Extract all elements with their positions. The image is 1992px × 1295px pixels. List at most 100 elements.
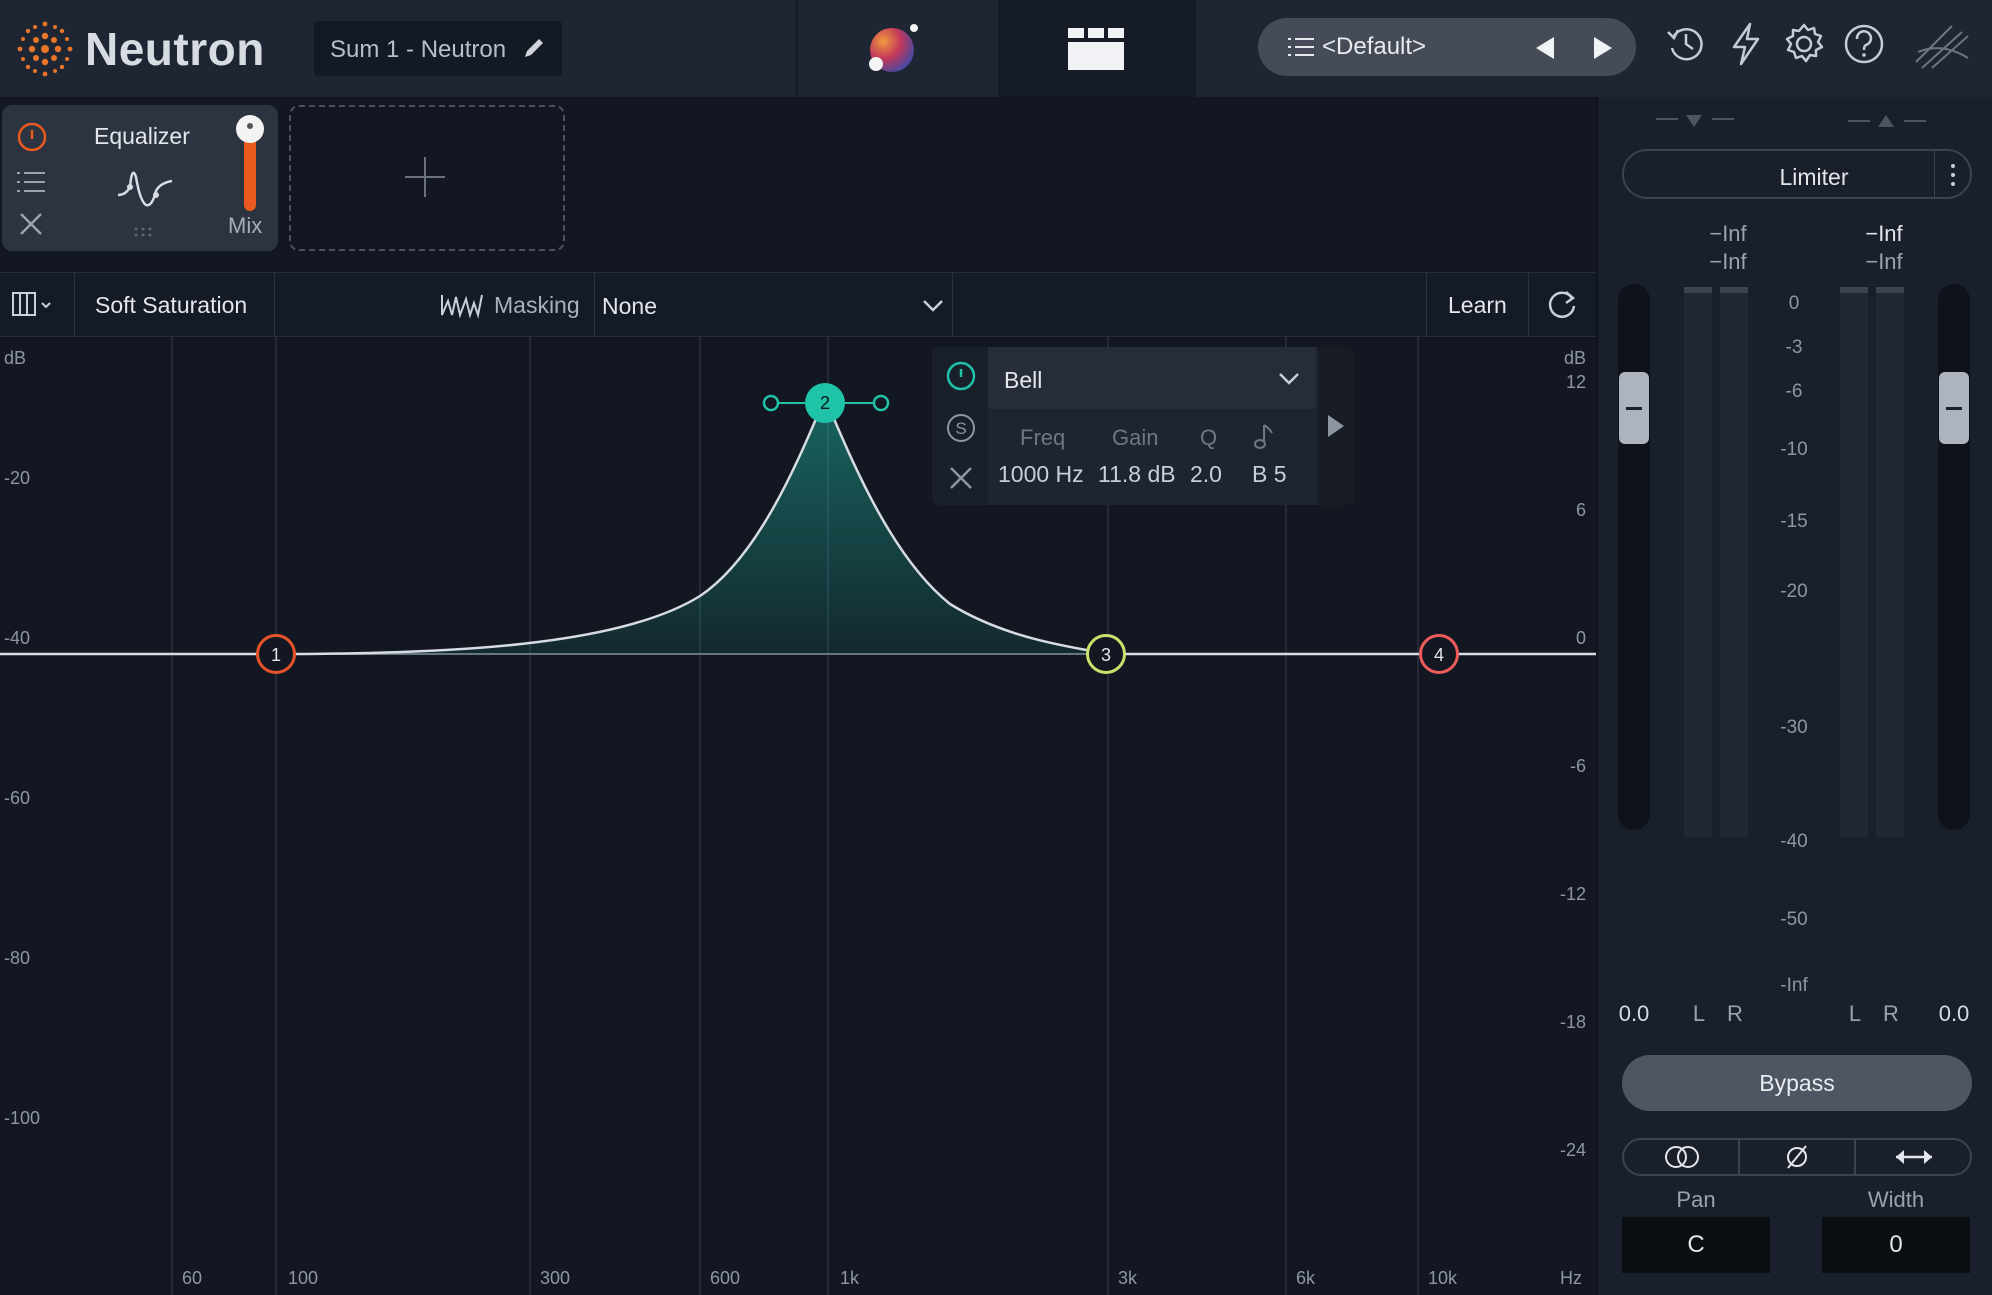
reset-icon[interactable] [1546,288,1580,322]
equalizer-module-card[interactable]: Equalizer Mix [2,105,278,251]
output-peak-readout: −Inf [1865,221,1903,246]
input-gain-fader[interactable] [1618,284,1650,830]
eq-toolbar: Soft Saturation Masking None Learn [0,272,1596,337]
band-1-node[interactable]: 1 [256,634,296,674]
meter-scale-label: -3 [1785,337,1803,358]
drag-handle-icon[interactable] [132,225,158,239]
view-layout-icon[interactable] [12,291,56,319]
output-gain-fader-handle[interactable] [1939,372,1969,444]
right-db-unit: dB [1563,348,1586,368]
width-value-field[interactable]: 0 [1822,1217,1970,1273]
freq-header: Freq [1020,425,1066,450]
gear-icon[interactable] [1782,22,1826,66]
top-bar: Neutron Sum 1 - Neutron <Default> [0,0,1992,97]
output-rms-readout: −Inf [1865,249,1903,274]
output-collapse-icon[interactable] [1848,113,1938,129]
band-4-node[interactable]: 4 [1419,634,1459,674]
band-type-label: Bell [1004,367,1043,393]
next-preset-icon[interactable] [1592,35,1614,61]
history-icon[interactable] [1664,22,1708,66]
freq-label: 100 [288,1268,319,1288]
right-scale-label: -24 [1559,1140,1586,1160]
pencil-icon[interactable] [520,34,548,62]
chevron-down-icon[interactable] [922,297,944,313]
output-gain-fader[interactable] [1938,284,1970,830]
eq-curve-icon [117,171,173,207]
visual-mixer-icon[interactable] [1912,22,1972,72]
masking-icon [441,294,483,319]
assistant-button[interactable] [798,0,996,97]
meter-scale-label: -50 [1780,909,1808,930]
lightning-icon[interactable] [1728,22,1764,66]
input-collapse-icon[interactable] [1656,113,1746,129]
output-meter-right [1876,287,1904,837]
modules-view-button[interactable] [998,0,1194,97]
power-icon[interactable] [16,121,48,153]
right-scale-label: -12 [1559,884,1586,904]
stereo-controls [1622,1138,1972,1176]
output-gain-value[interactable]: 0.0 [1926,1001,1982,1027]
soft-saturation-toggle[interactable]: Soft Saturation [95,292,247,319]
add-module-slot[interactable] [289,105,565,251]
bypass-button[interactable]: Bypass [1622,1055,1972,1111]
band-1-label: 1 [270,645,281,665]
divider [1426,273,1427,336]
input-gain-fader-handle[interactable] [1619,372,1649,444]
freq-label: 300 [540,1268,571,1288]
more-options-icon[interactable] [1946,161,1960,189]
bypass-label: Bypass [1759,1070,1835,1096]
assistant-orb-icon [869,24,918,72]
module-menu-icon[interactable] [17,171,47,193]
mix-slider-knob[interactable] [236,115,264,143]
limiter-label: Limiter [1779,164,1849,190]
input-channel-l: L [1692,1001,1706,1026]
eq-curve-fill [0,398,1596,654]
gain-header: Gain [1112,425,1159,450]
right-scale-label: 12 [1565,372,1586,392]
note-icon [1254,424,1273,449]
left-scale-label: -40 [4,628,31,648]
masking-dropdown[interactable]: None [602,293,657,320]
mix-slider-track[interactable] [244,135,256,211]
eq-graph-canvas[interactable] [0,336,1596,1295]
meter-scale-label: -6 [1785,381,1803,402]
band-2-label: 2 [819,393,830,413]
close-icon[interactable] [18,211,44,237]
divider [1528,273,1529,336]
remove-band-icon[interactable] [948,465,974,491]
mono-icon[interactable] [1662,1144,1702,1170]
band-power-icon[interactable] [946,361,976,391]
input-meter-right [1720,287,1748,837]
input-gain-value[interactable]: 0.0 [1606,1001,1662,1027]
left-scale-label: -100 [4,1108,41,1128]
divider [1934,151,1935,197]
band-2-node[interactable]: 2 [805,383,845,423]
instance-name-field[interactable]: Sum 1 - Neutron [314,21,562,76]
band-popup-expander[interactable] [1318,347,1354,505]
learn-button[interactable]: Learn [1448,292,1507,319]
left-scale-label: -60 [4,788,31,808]
input-peak-readout: −Inf [1709,221,1747,246]
help-icon[interactable] [1842,22,1886,66]
plus-icon [405,157,445,197]
preset-selector[interactable]: <Default> [1258,18,1636,76]
output-meter-left [1840,287,1868,837]
gain-value[interactable]: 11.8 dB [1098,461,1176,488]
q-value[interactable]: 2.0 [1190,461,1222,488]
meter-scale-label: -40 [1780,831,1808,852]
output-channel-r: R [1883,1001,1899,1026]
band-3-node[interactable]: 3 [1086,634,1126,674]
input-channel-r: R [1727,1001,1743,1026]
limiter-button[interactable]: Limiter [1622,149,1972,199]
output-channel-l: L [1848,1001,1862,1026]
divider [274,273,275,336]
phase-invert-icon[interactable] [1782,1144,1812,1170]
module-title: Equalizer [94,123,190,149]
eq-graph[interactable]: 1 2 3 4 dB -20 -40 -60 -80 -100 dB 12 6 … [0,336,1596,1295]
solo-icon[interactable]: S [946,413,976,443]
freq-value[interactable]: 1000 Hz [998,461,1084,488]
swap-channels-icon[interactable] [1894,1146,1934,1168]
pan-value-field[interactable]: C [1622,1217,1770,1273]
previous-preset-icon[interactable] [1534,35,1556,61]
input-rms-readout: −Inf [1709,249,1747,274]
